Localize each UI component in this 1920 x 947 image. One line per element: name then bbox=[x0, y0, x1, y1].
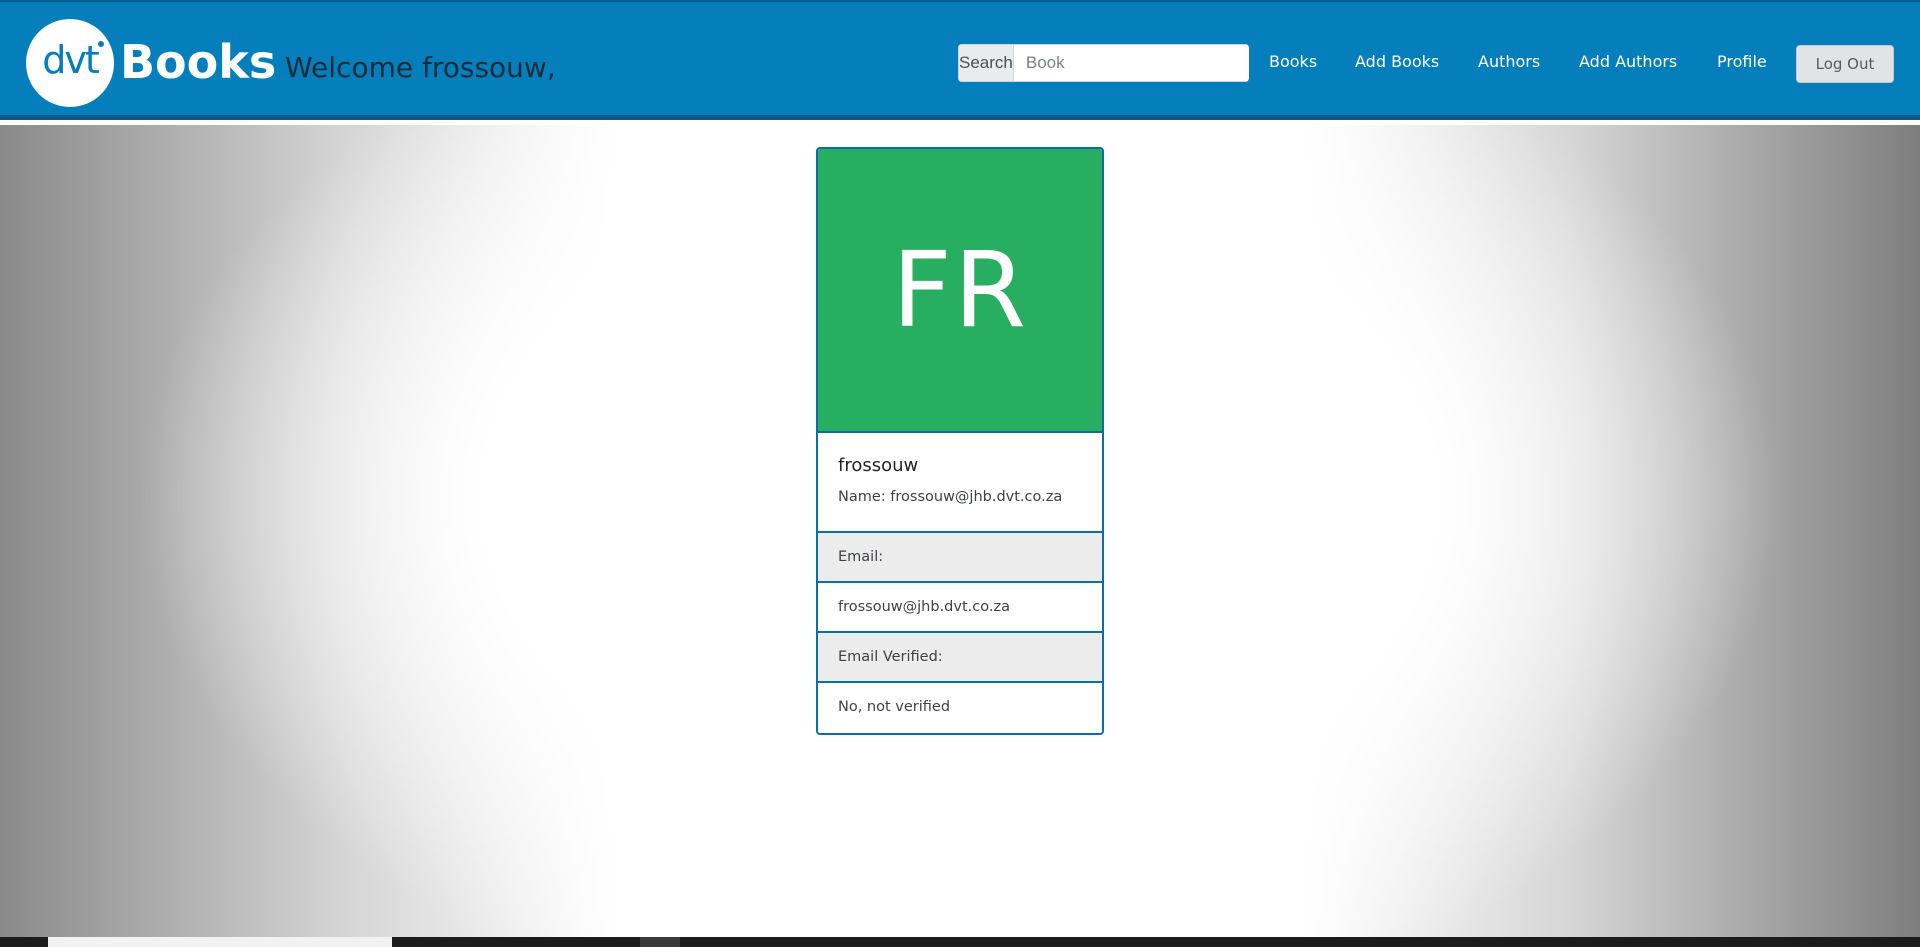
taskbar-app-icon[interactable] bbox=[640, 937, 680, 947]
profile-card-body: frossouw Name: frossouw@jhb.dvt.co.za bbox=[818, 433, 1102, 533]
profile-name: Name: frossouw@jhb.dvt.co.za bbox=[838, 489, 1063, 505]
nav-books-link[interactable]: Books bbox=[1269, 50, 1317, 74]
search-label: Search bbox=[958, 44, 1014, 82]
search-group: Search bbox=[958, 44, 1249, 82]
email-label: Email: bbox=[818, 533, 1102, 583]
avatar: FR bbox=[818, 149, 1102, 433]
logo-dot-icon bbox=[98, 41, 104, 47]
navbar: dvt Books Welcome frossouw, Search Books… bbox=[0, 0, 1920, 120]
brand-title[interactable]: Books bbox=[120, 34, 276, 90]
taskbar bbox=[0, 937, 1920, 947]
profile-username: frossouw bbox=[838, 455, 919, 476]
dvt-logo[interactable]: dvt bbox=[26, 19, 114, 107]
avatar-initials: FR bbox=[891, 229, 1029, 351]
email-value: frossouw@jhb.dvt.co.za bbox=[818, 583, 1102, 633]
nav-authors-link[interactable]: Authors bbox=[1478, 50, 1540, 74]
welcome-message: Welcome frossouw, bbox=[285, 51, 556, 84]
nav-add-authors-link[interactable]: Add Authors bbox=[1579, 50, 1677, 74]
email-verified-label: Email Verified: bbox=[818, 633, 1102, 683]
nav-profile-link[interactable]: Profile bbox=[1717, 50, 1767, 74]
nav-add-books-link[interactable]: Add Books bbox=[1355, 50, 1439, 74]
profile-card: FR frossouw Name: frossouw@jhb.dvt.co.za… bbox=[816, 147, 1104, 735]
search-input[interactable] bbox=[1013, 44, 1249, 82]
taskbar-search-field[interactable] bbox=[48, 937, 392, 947]
logout-button[interactable]: Log Out bbox=[1796, 45, 1894, 83]
email-verified-value: No, not verified bbox=[838, 699, 951, 715]
